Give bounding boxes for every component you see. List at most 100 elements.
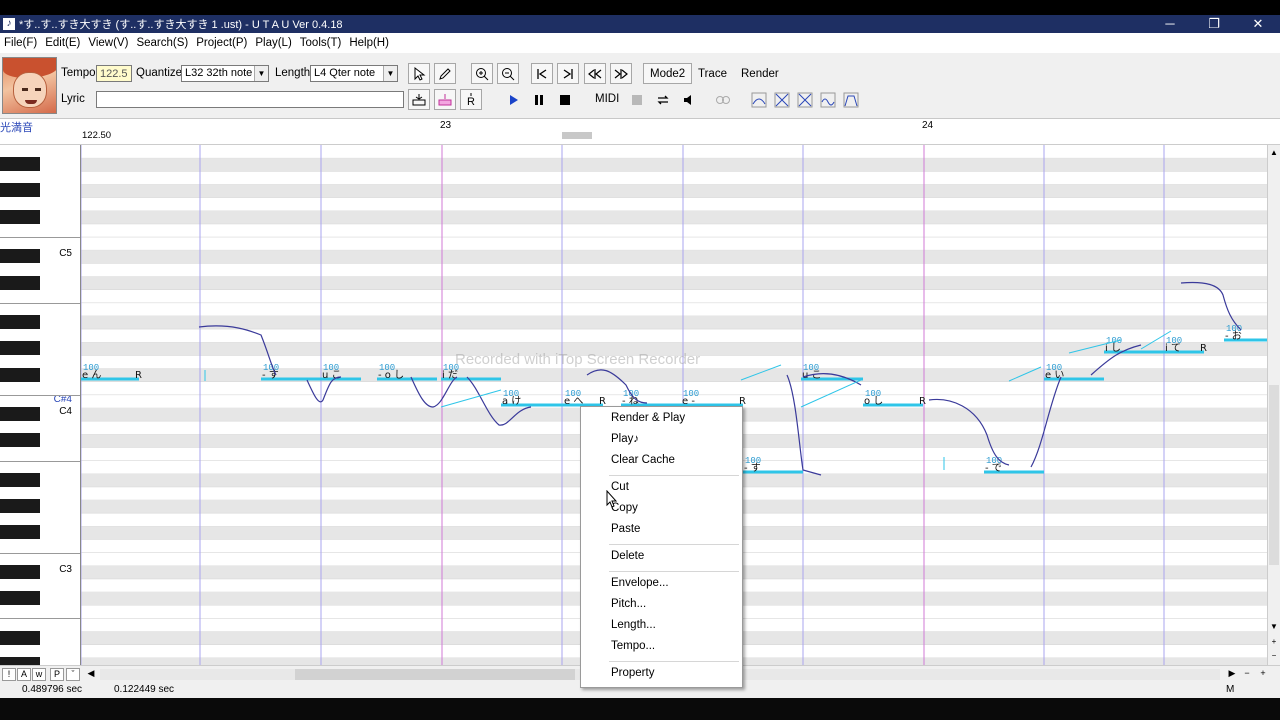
scroll-right-icon[interactable]: ▶ (1225, 668, 1239, 681)
quantize-select[interactable]: L32 32th note ▼ (181, 65, 269, 82)
menu-tools[interactable]: Tools(T) (296, 37, 346, 49)
next-note-button[interactable] (610, 63, 632, 84)
pause-button[interactable] (528, 89, 550, 110)
bar-number-24: 24 (922, 120, 934, 131)
select-tool-button[interactable] (408, 63, 430, 84)
piano-black-key[interactable] (0, 157, 40, 172)
hzoom-plus-icon[interactable]: + (1256, 668, 1270, 681)
note-lyric: e ん (82, 369, 101, 381)
piano-black-key[interactable] (0, 209, 40, 224)
piano-black-key[interactable] (0, 341, 40, 356)
lyric-input[interactable] (96, 91, 404, 108)
zoom-in-button[interactable] (471, 63, 493, 84)
menu-search[interactable]: Search(S) (132, 37, 192, 49)
piano-black-key[interactable] (0, 472, 40, 487)
tab-p[interactable]: P (50, 668, 64, 681)
insert-rest-button[interactable] (434, 89, 456, 110)
piano-black-key[interactable] (0, 564, 40, 579)
menu-edit[interactable]: Edit(E) (41, 37, 84, 49)
pencil-tool-button[interactable] (434, 63, 456, 84)
zoom-plus-icon[interactable]: + (1268, 636, 1280, 648)
tab-a[interactable]: A (17, 668, 31, 681)
menu-item-paste[interactable]: Paste (611, 523, 640, 535)
plugin-button-2[interactable] (771, 89, 793, 110)
piano-black-key[interactable] (0, 630, 40, 645)
plugin-1-icon (751, 92, 767, 107)
menu-file[interactable]: File(F) (0, 37, 41, 49)
plugin-button-1[interactable] (748, 89, 770, 110)
singer-name[interactable]: 光満音 (0, 119, 33, 135)
menu-item-clear-cache[interactable]: Clear Cache (611, 454, 675, 466)
menu-view[interactable]: View(V) (84, 37, 132, 49)
octave-label-c4: C4 (59, 406, 72, 417)
speaker-button[interactable] (678, 89, 700, 110)
title-bar: ♪ *す..す..すき大すき (す..す..すき大すき 1 .ust) - U … (0, 15, 1280, 33)
ruler-position-marker[interactable] (562, 132, 592, 139)
prev-note-button[interactable] (584, 63, 606, 84)
menu-item-property[interactable]: Property (611, 667, 654, 679)
piano-black-key[interactable] (0, 591, 40, 606)
menu-help[interactable]: Help(H) (345, 37, 393, 49)
horizontal-scroll-thumb[interactable] (295, 669, 575, 680)
tab-w[interactable]: w (32, 668, 46, 681)
jump-end-button[interactable] (557, 63, 579, 84)
scroll-up-icon[interactable]: ▲ (1268, 147, 1280, 159)
scroll-down-icon[interactable]: ▼ (1268, 621, 1280, 633)
scroll-left-icon[interactable]: ◀ (84, 668, 98, 681)
piano-black-key[interactable] (0, 433, 40, 448)
record-button[interactable] (626, 89, 648, 110)
piano-black-key[interactable] (0, 499, 40, 514)
menu-item-pitch[interactable]: Pitch... (611, 598, 646, 610)
hzoom-minus-icon[interactable]: − (1240, 668, 1254, 681)
plugin-button-5[interactable] (840, 89, 862, 110)
play-button[interactable] (502, 89, 524, 110)
length-select[interactable]: L4 Qter note ▼ (310, 65, 398, 82)
record-icon (632, 94, 642, 105)
piano-black-key[interactable] (0, 275, 40, 290)
piano-black-key[interactable] (0, 314, 40, 329)
trace-button[interactable]: Trace (691, 63, 734, 84)
vertical-scrollbar[interactable]: ▲ ▼ + − (1267, 145, 1280, 665)
menu-item-tempo[interactable]: Tempo... (611, 640, 655, 652)
plugin-button-4[interactable] (817, 89, 839, 110)
menu-separator (609, 661, 739, 662)
rest-r-button[interactable]: R (460, 89, 482, 110)
jump-start-button[interactable] (531, 63, 553, 84)
midi-link-button[interactable] (712, 89, 734, 110)
loop-button[interactable] (652, 89, 674, 110)
menu-project[interactable]: Project(P) (192, 37, 251, 49)
piano-black-key[interactable] (0, 249, 40, 264)
singer-avatar[interactable] (2, 57, 57, 114)
vertical-scroll-thumb[interactable] (1269, 385, 1279, 565)
tempo-label: Tempo (61, 67, 96, 79)
close-button[interactable]: ✕ (1236, 15, 1280, 33)
maximize-button[interactable]: ❐ (1192, 15, 1236, 33)
minimize-button[interactable]: ─ (1148, 15, 1192, 33)
mode2-button[interactable]: Mode2 (643, 63, 693, 84)
insert-note-button[interactable] (408, 89, 430, 110)
piano-black-key[interactable] (0, 407, 40, 421)
jump-start-icon (537, 68, 547, 79)
timeline-ruler[interactable]: 光満音 122.50 23 24 (0, 119, 1280, 145)
tempo-marker[interactable]: 122.50 (82, 130, 111, 141)
piano-black-key[interactable] (0, 656, 40, 665)
tab-caret[interactable]: ˇ (66, 668, 80, 681)
menu-item-play[interactable]: Play♪ (611, 433, 639, 445)
stop-button[interactable] (554, 89, 576, 110)
menu-item-envelope[interactable]: Envelope... (611, 577, 669, 589)
piano-black-key[interactable] (0, 367, 40, 382)
tab-exclaim[interactable]: ! (2, 668, 16, 681)
menu-item-length[interactable]: Length... (611, 619, 656, 631)
menu-item-render-play[interactable]: Render & Play (611, 412, 685, 424)
zoom-minus-icon[interactable]: − (1268, 650, 1280, 662)
tempo-input[interactable] (96, 65, 132, 82)
menu-play[interactable]: Play(L) (251, 37, 295, 49)
piano-black-key[interactable] (0, 525, 40, 540)
plugin-button-3[interactable] (794, 89, 816, 110)
piano-keyboard[interactable]: C5 C#4 C4 C3 (0, 145, 81, 665)
quantize-label: Quantize (136, 67, 183, 79)
menu-item-delete[interactable]: Delete (611, 550, 644, 562)
piano-black-key[interactable] (0, 183, 40, 198)
zoom-out-button[interactable] (497, 63, 519, 84)
render-button[interactable]: Render (734, 63, 786, 84)
